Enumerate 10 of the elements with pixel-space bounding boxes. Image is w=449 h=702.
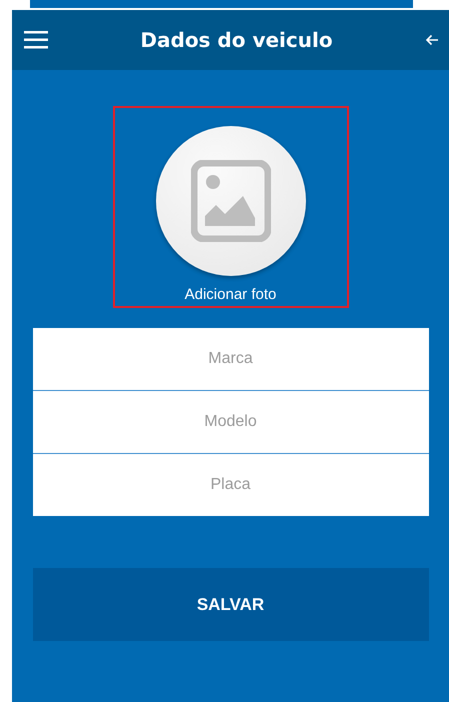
save-button[interactable]: SALVAR: [32, 568, 428, 641]
add-photo-label: Adicionar foto: [184, 286, 276, 303]
back-arrow-icon[interactable]: [425, 34, 439, 46]
add-photo-area[interactable]: Adicionar foto: [112, 106, 348, 308]
input-field[interactable]: Placa: [32, 454, 428, 516]
menu-icon[interactable]: [24, 31, 48, 49]
input-field[interactable]: Marca: [32, 328, 428, 390]
input-field[interactable]: Modelo: [32, 391, 428, 453]
image-icon: [190, 160, 270, 242]
screen-title: Dados do veiculo: [139, 28, 334, 52]
